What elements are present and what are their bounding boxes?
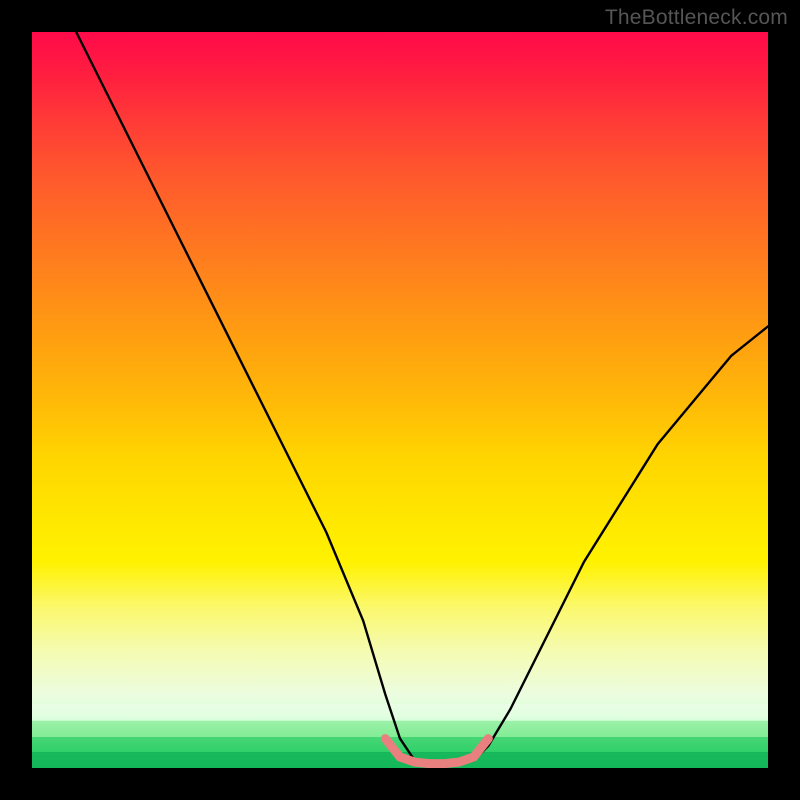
watermark-text: TheBottleneck.com [605, 6, 788, 30]
curve-layer [32, 32, 768, 768]
chart-frame: TheBottleneck.com [0, 0, 800, 800]
plot-area [32, 32, 768, 768]
sweet-spot-band [385, 739, 488, 764]
bottleneck-curve [76, 32, 768, 764]
